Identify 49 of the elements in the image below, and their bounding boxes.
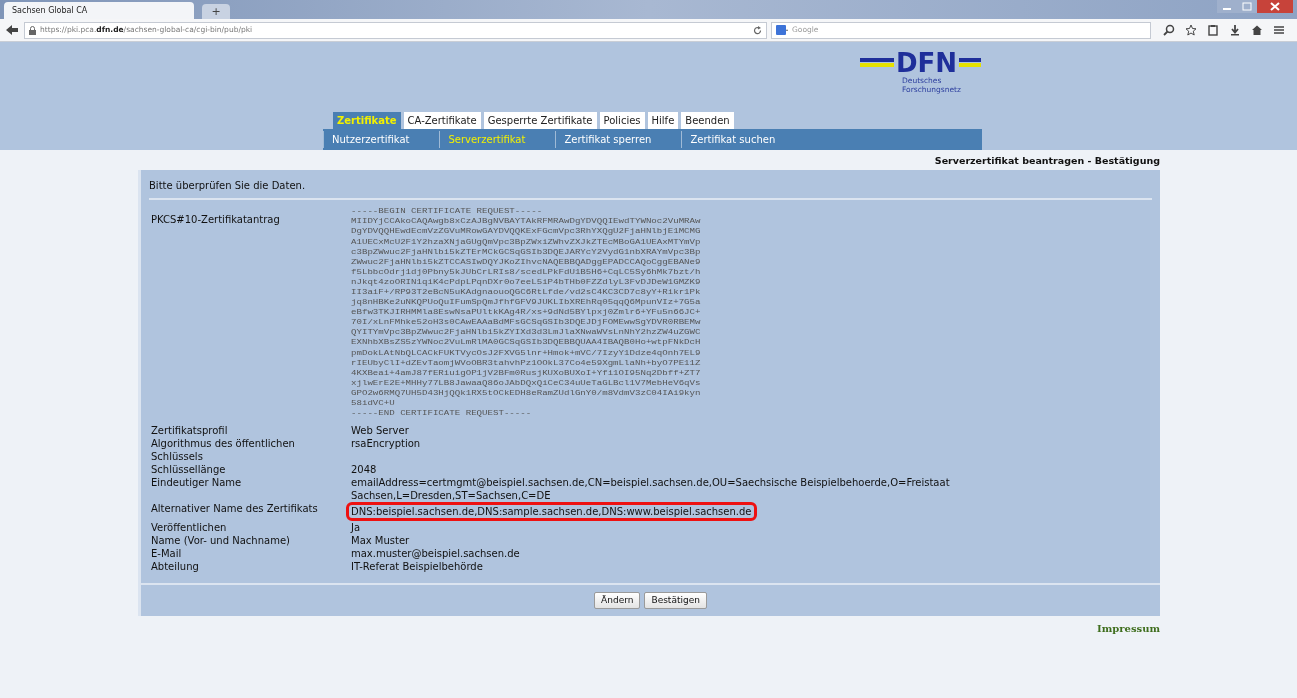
field-value: 2048 [351, 463, 378, 477]
field-label: Name (Vor- und Nachname) [151, 534, 291, 548]
clipboard-icon[interactable] [1207, 24, 1219, 36]
sub-tab[interactable]: Nutzerzertifikat [323, 131, 440, 148]
field-label: Eindeutiger Name [151, 476, 243, 490]
reload-icon[interactable] [753, 25, 762, 35]
nav-tab[interactable]: CA-Zertifikate [403, 112, 481, 129]
field-label: Schlüssellänge [151, 463, 227, 477]
menu-icon[interactable] [1273, 24, 1285, 36]
close-icon[interactable] [1257, 0, 1293, 13]
field-label: Alternativer Name des Zertifikats [151, 502, 319, 516]
lock-icon [29, 25, 36, 35]
sub-tab[interactable]: Zertifikat sperren [555, 131, 682, 148]
field-label: PKCS#10-Zertifikatantrag [151, 214, 280, 226]
form-button[interactable]: Bestätigen [644, 592, 707, 610]
page-title: Serverzertifikat beantragen - Bestätigung [934, 154, 1160, 168]
nav-tab[interactable]: Hilfe [647, 112, 679, 129]
form-button[interactable]: Ändern [594, 592, 641, 610]
field-label: Veröffentlichen [151, 521, 228, 535]
field-label: Abteilung [151, 560, 200, 574]
field-label: Zertifikatsprofil [151, 424, 229, 438]
logo-stripes-icon [860, 58, 894, 68]
field-value: Web Server [351, 424, 410, 438]
search-icon[interactable] [1163, 24, 1175, 36]
field-value: DNS:beispiel.sachsen.de,DNS:sample.sachsen.de,DNS:www.beispiel.sachsen.de [349, 505, 754, 519]
sub-tab[interactable]: Serverzertifikat [439, 131, 556, 148]
browser-tab[interactable]: Sachsen Global CA [4, 2, 194, 19]
new-tab-button[interactable]: + [202, 4, 230, 19]
nav-tab[interactable]: Gesperrte Zertifikate [483, 112, 597, 129]
back-icon[interactable] [4, 23, 20, 37]
nav-tab[interactable]: Policies [599, 112, 645, 129]
field-value: max.muster@beispiel.sachsen.de [351, 547, 521, 561]
field-label: E-Mail [151, 547, 183, 561]
nav-tab[interactable]: Beenden [681, 112, 734, 129]
logo-name: DFN [896, 50, 958, 76]
download-icon[interactable] [1229, 24, 1241, 36]
star-icon[interactable] [1185, 24, 1197, 36]
field-value: emailAddress=certmgmt@beispiel.sachsen.de,CN=beispiel.sachsen.de,OU=Saechsische Beispielbehoerde,O=Freistaat Sachsen,L=Dresden,ST=Sachsen,C=DE [351, 476, 951, 503]
impressum-link[interactable]: Impressum [1097, 621, 1160, 637]
field-value: IT-Referat Beispielbehörde [351, 560, 484, 574]
field-label: Algorithmus des öffentlichen Schlüssels [151, 437, 296, 464]
field-value: rsaEncryption [351, 437, 422, 451]
logo-stripes-icon [959, 58, 982, 68]
home-icon[interactable] [1251, 24, 1263, 36]
instruction-text: Bitte überprüfen Sie die Daten. [149, 180, 306, 192]
search-engine-icon[interactable] [776, 25, 788, 35]
field-value: Max Muster [351, 534, 411, 548]
sub-tab[interactable]: Zertifikat suchen [681, 131, 806, 148]
field-value: Ja [351, 521, 362, 535]
